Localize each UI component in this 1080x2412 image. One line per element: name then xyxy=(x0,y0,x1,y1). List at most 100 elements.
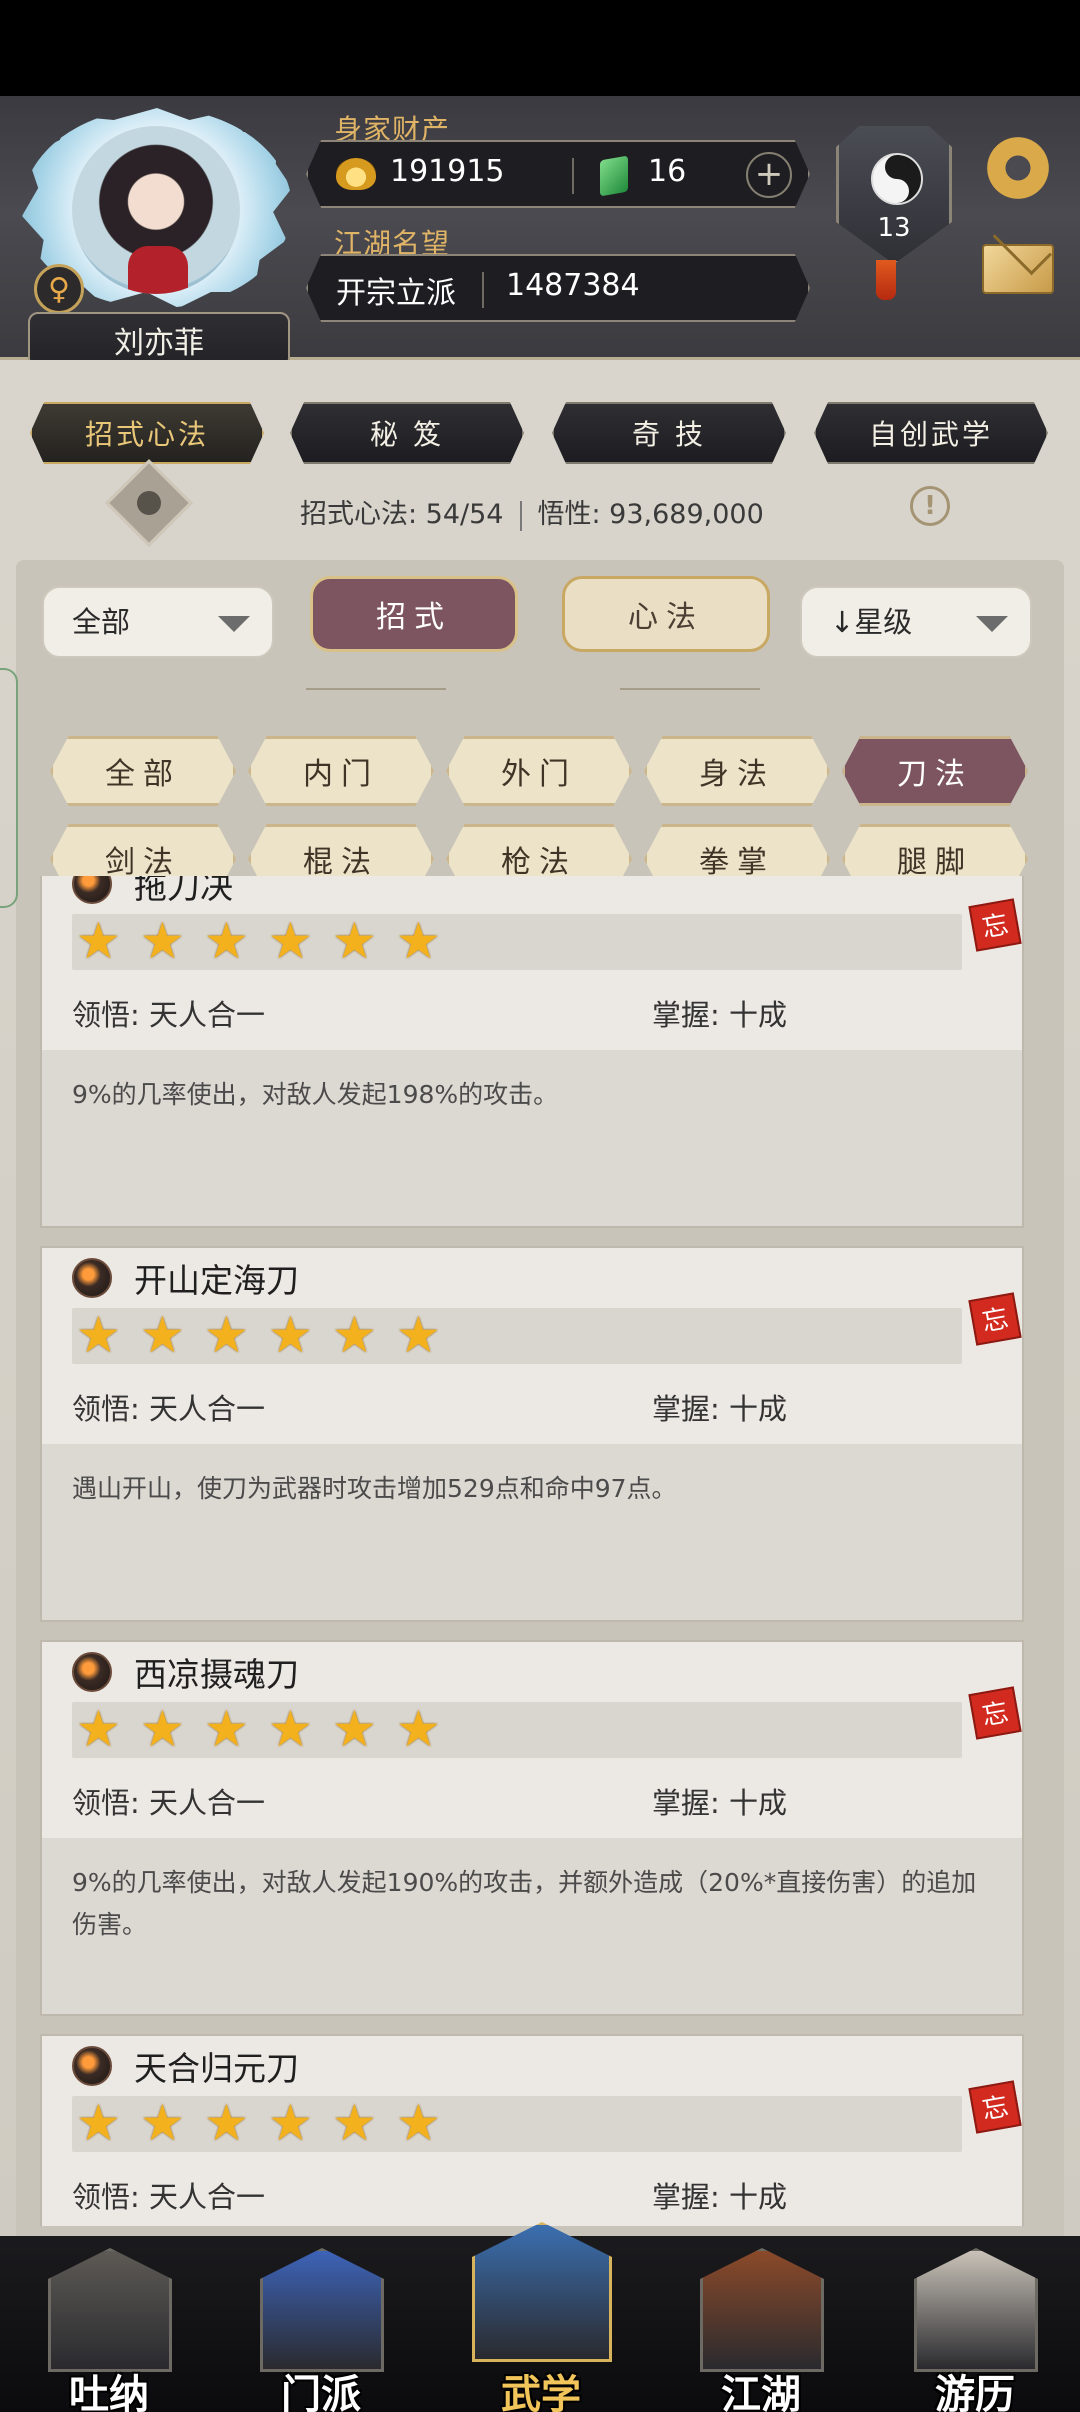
info-icon[interactable]: ! xyxy=(910,486,950,526)
bottom-nav: 吐纳 门派 武学 江湖 游历 xyxy=(0,2222,1080,2412)
skill-mastery: 掌握: 十成 xyxy=(652,998,787,1032)
gold-amount: 191915 xyxy=(390,154,505,189)
status-bar xyxy=(0,0,1080,96)
skill-name: 西凉摄魂刀 xyxy=(134,1655,299,1694)
star-icon: ★ xyxy=(76,912,121,970)
tab-special-skills[interactable]: 奇 技 xyxy=(552,402,786,464)
eye-icon[interactable] xyxy=(105,459,193,547)
tab-secret-manuals[interactable]: 秘 笈 xyxy=(290,402,524,464)
ornament-divider xyxy=(620,688,760,690)
skill-comprehension: 领悟: 天人合一 xyxy=(72,998,265,1032)
filter-blade[interactable]: 刀法 xyxy=(842,736,1028,806)
blade-skill-icon xyxy=(72,1258,112,1298)
star-icon: ★ xyxy=(396,1700,441,1758)
star-icon: ★ xyxy=(140,2094,185,2152)
star-icon: ★ xyxy=(268,1306,313,1364)
mail-icon[interactable] xyxy=(982,244,1054,294)
yinyang-icon xyxy=(871,153,923,205)
tab-moves-methods[interactable]: 招式心法 xyxy=(30,402,264,464)
star-icon: ★ xyxy=(332,2094,377,2152)
skill-name: 拖刀决 xyxy=(134,876,233,906)
star-icon: ★ xyxy=(140,912,185,970)
skill-card[interactable]: 西凉摄魂刀 ★ ★ ★ ★ ★ ★ 领悟: 天人合一 掌握: 十成 9%的几率使出，对敌人… xyxy=(40,1640,1024,2016)
star-icon: ★ xyxy=(204,1306,249,1364)
nav-breathing[interactable]: 吐纳 xyxy=(34,2236,184,2412)
player-header: ♀ 刘亦菲 身家财产 191915 16 + 江湖名望 开宗立派 1487384… xyxy=(0,96,1080,368)
star-icon: ★ xyxy=(76,1700,121,1758)
skill-name: 天合归元刀 xyxy=(134,2049,299,2088)
skill-mastery: 掌握: 十成 xyxy=(652,2180,787,2214)
chevron-down-icon xyxy=(976,616,1008,632)
nav-travel[interactable]: 游历 xyxy=(900,2236,1050,2412)
star-icon: ★ xyxy=(140,1306,185,1364)
nav-jianghu[interactable]: 江湖 xyxy=(686,2236,836,2412)
star-rating: ★ ★ ★ ★ ★ ★ xyxy=(72,914,962,970)
tab-custom-arts[interactable]: 自创武学 xyxy=(814,402,1048,464)
nav-label: 吐纳 xyxy=(69,2371,149,2412)
forget-seal-icon[interactable]: 忘 xyxy=(968,1292,1022,1346)
divider xyxy=(572,158,574,194)
jade-icon xyxy=(600,155,628,197)
nav-sect[interactable]: 门派 xyxy=(246,2236,396,2412)
nav-label: 江湖 xyxy=(721,2371,801,2412)
star-rating: ★ ★ ★ ★ ★ ★ xyxy=(72,1702,962,1758)
add-currency-button[interactable]: + xyxy=(746,152,792,198)
star-icon: ★ xyxy=(268,1700,313,1758)
skill-description: 遇山开山，使刀为武器时攻击增加529点和命中97点。 xyxy=(72,1474,677,1503)
star-icon: ★ xyxy=(396,1306,441,1364)
filter-inner[interactable]: 内门 xyxy=(248,736,434,806)
filter-all[interactable]: 全部 xyxy=(50,736,236,806)
skill-comprehension: 领悟: 天人合一 xyxy=(72,2180,265,2214)
scope-dropdown[interactable]: 全部 xyxy=(42,586,274,658)
star-icon: ★ xyxy=(332,1700,377,1758)
skill-description: 9%的几率使出，对敌人发起190%的攻击，并额外造成（20%*直接伤害）的追加伤… xyxy=(72,1868,977,1939)
divider xyxy=(482,272,484,308)
filter-movement[interactable]: 身法 xyxy=(644,736,830,806)
blade-skill-icon xyxy=(72,876,112,904)
segment-moves[interactable]: 招式 xyxy=(310,576,518,652)
wealth-bar: 191915 16 + xyxy=(306,140,810,208)
nav-sect-art xyxy=(260,2248,384,2372)
side-handle[interactable] xyxy=(0,668,18,908)
scope-dropdown-value: 全部 xyxy=(72,605,131,639)
reputation-value: 1487384 xyxy=(506,268,640,303)
nav-martial-arts[interactable]: 武学 xyxy=(466,2222,616,2412)
filter-outer[interactable]: 外门 xyxy=(446,736,632,806)
level-value: 13 xyxy=(877,213,911,243)
nav-travel-art xyxy=(914,2248,1038,2372)
gold-ingot-icon xyxy=(336,158,376,190)
star-icon: ★ xyxy=(332,912,377,970)
forget-seal-icon[interactable]: 忘 xyxy=(968,1686,1022,1740)
forget-seal-icon[interactable]: 忘 xyxy=(968,2080,1022,2134)
skill-description: 9%的几率使出，对敌人发起198%的攻击。 xyxy=(72,1080,559,1109)
nav-martial-arts-art xyxy=(472,2222,612,2362)
forget-seal-icon[interactable]: 忘 xyxy=(968,898,1022,952)
star-rating: ★ ★ ★ ★ ★ ★ xyxy=(72,2096,962,2152)
reputation-bar: 开宗立派 1487384 xyxy=(306,254,810,322)
skill-card[interactable]: 天合归元刀 ★ ★ ★ ★ ★ ★ 领悟: 天人合一 掌握: 十成 忘 xyxy=(40,2034,1024,2226)
blade-skill-icon xyxy=(72,2046,112,2086)
nav-breathing-art xyxy=(48,2248,172,2372)
skill-list[interactable]: 拖刀决 ★ ★ ★ ★ ★ ★ 领悟: 天人合一 掌握: 十成 9%的几率使出，对敌人发起… xyxy=(24,876,1040,2226)
skill-card[interactable]: 开山定海刀 ★ ★ ★ ★ ★ ★ 领悟: 天人合一 掌握: 十成 遇山开山，使刀为武器时… xyxy=(40,1246,1024,1622)
skill-card[interactable]: 拖刀决 ★ ★ ★ ★ ★ ★ 领悟: 天人合一 掌握: 十成 9%的几率使出，对敌人发起… xyxy=(40,876,1024,1228)
skill-mastery: 掌握: 十成 xyxy=(652,1392,787,1426)
nav-label: 游历 xyxy=(935,2371,1015,2412)
segment-methods[interactable]: 心法 xyxy=(562,576,770,652)
divider xyxy=(519,500,522,531)
tassel-ornament xyxy=(876,260,896,300)
star-icon: ★ xyxy=(268,2094,313,2152)
ornament-divider xyxy=(306,688,446,690)
insight-value: 悟性: 93,689,000 xyxy=(537,499,764,530)
star-icon: ★ xyxy=(268,912,313,970)
star-rating: ★ ★ ★ ★ ★ ★ xyxy=(72,1308,962,1364)
sort-dropdown[interactable]: ↓星级 xyxy=(800,586,1032,658)
sort-dropdown-value: ↓星级 xyxy=(830,605,913,639)
star-icon: ★ xyxy=(332,1306,377,1364)
level-badge[interactable]: 13 xyxy=(836,126,952,264)
star-icon: ★ xyxy=(396,912,441,970)
star-icon: ★ xyxy=(204,2094,249,2152)
star-icon: ★ xyxy=(204,912,249,970)
chevron-down-icon xyxy=(218,616,250,632)
gear-icon[interactable] xyxy=(982,132,1054,204)
